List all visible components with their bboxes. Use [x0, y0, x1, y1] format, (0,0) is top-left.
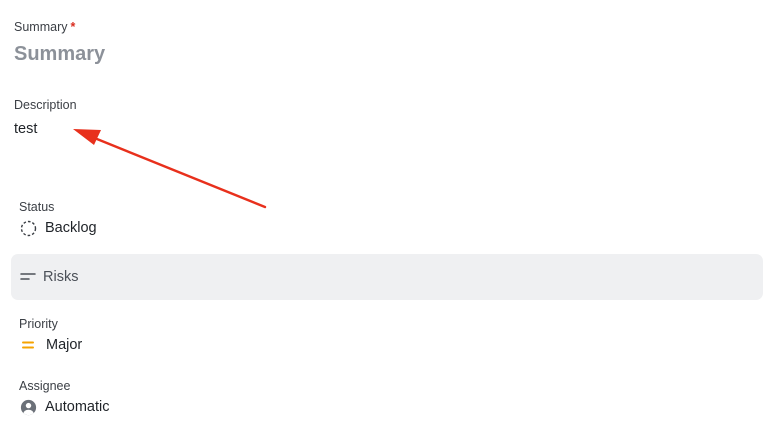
- priority-value[interactable]: Major: [19, 336, 82, 354]
- user-circle-icon: [19, 398, 37, 416]
- summary-input[interactable]: [14, 41, 754, 67]
- required-marker: *: [70, 20, 76, 34]
- description-label: Description: [14, 98, 77, 112]
- assignee-label: Assignee: [19, 379, 71, 393]
- lines-icon: [20, 270, 36, 284]
- status-label: Status: [19, 200, 55, 214]
- priority-text: Major: [46, 337, 83, 353]
- equals-icon: [19, 336, 37, 354]
- risks-label: Risks: [43, 269, 79, 285]
- assignee-value[interactable]: Automatic: [19, 398, 109, 416]
- assignee-text: Automatic: [45, 399, 110, 415]
- status-value[interactable]: Backlog: [19, 219, 97, 237]
- risks-section-toggle[interactable]: Risks: [11, 254, 763, 300]
- dashed-circle-icon: [19, 219, 37, 237]
- status-text: Backlog: [45, 220, 97, 236]
- priority-label: Priority: [19, 317, 58, 331]
- description-text[interactable]: test: [14, 121, 37, 137]
- summary-label-text: Summary: [14, 20, 68, 34]
- summary-label: Summary *: [14, 20, 75, 34]
